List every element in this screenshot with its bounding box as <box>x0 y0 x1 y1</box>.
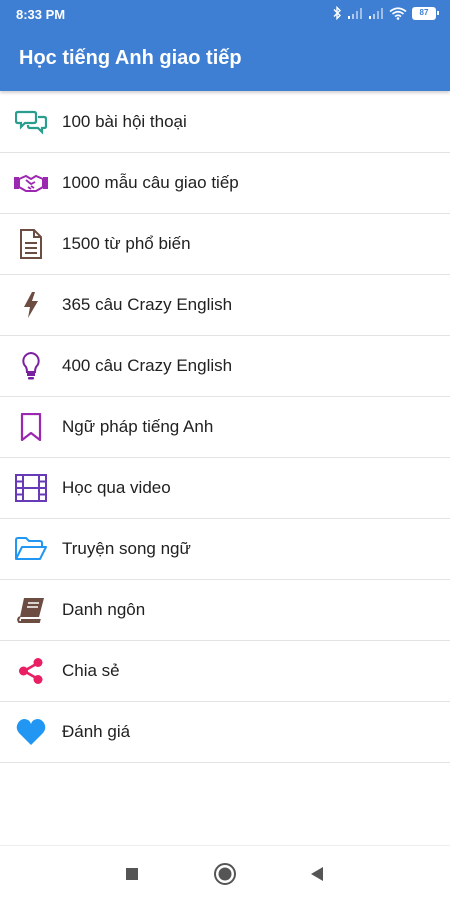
menu-item-share[interactable]: Chia sẻ <box>0 641 450 702</box>
book-icon <box>14 593 48 627</box>
menu-item-label: Học qua video <box>62 478 171 497</box>
menu-item-label: 400 câu Crazy English <box>62 356 233 375</box>
menu-item-crazy-english-400[interactable]: 400 câu Crazy English <box>0 336 450 397</box>
bookmark-icon <box>14 410 48 444</box>
square-icon <box>126 868 138 880</box>
back-button[interactable] <box>303 860 331 888</box>
menu-item-quotes[interactable]: Danh ngôn <box>0 580 450 641</box>
menu-item-rate[interactable]: Đánh giá <box>0 702 450 763</box>
menu-list: 100 bài hội thoại 1000 mẫu câu giao tiếp… <box>0 92 450 763</box>
film-icon <box>14 471 48 505</box>
battery-indicator: 87 <box>412 6 439 20</box>
menu-item-label: 1000 mẫu câu giao tiếp <box>62 173 239 192</box>
menu-item-conversations[interactable]: 100 bài hội thoại <box>0 92 450 153</box>
lightbulb-icon <box>14 349 48 383</box>
status-bar: 8:33 PM 87 <box>0 0 450 30</box>
document-icon <box>14 227 48 261</box>
recent-apps-button[interactable] <box>118 860 146 888</box>
circle-icon <box>214 863 236 885</box>
menu-item-label: Truyện song ngữ <box>62 539 191 558</box>
lightning-icon <box>14 288 48 322</box>
menu-item-label: Chia sẻ <box>62 661 120 680</box>
menu-item-grammar[interactable]: Ngữ pháp tiếng Anh <box>0 397 450 458</box>
menu-item-words[interactable]: 1500 từ phổ biến <box>0 214 450 275</box>
menu-item-crazy-english-365[interactable]: 365 câu Crazy English <box>0 275 450 336</box>
home-button[interactable] <box>211 860 239 888</box>
wifi-icon <box>389 6 407 20</box>
signal-icon <box>348 7 362 19</box>
status-icons: 87 <box>332 6 439 20</box>
share-icon <box>14 654 48 688</box>
folder-icon <box>14 532 48 566</box>
heart-icon <box>14 715 48 749</box>
menu-item-label: Ngữ pháp tiếng Anh <box>62 417 214 436</box>
menu-item-label: Đánh giá <box>62 722 131 741</box>
menu-item-video[interactable]: Học qua video <box>0 458 450 519</box>
menu-item-label: 1500 từ phổ biến <box>62 234 191 253</box>
page-title: Học tiếng Anh giao tiếp <box>19 47 242 69</box>
bluetooth-icon <box>333 6 341 20</box>
menu-item-label: 365 câu Crazy English <box>62 295 233 314</box>
handshake-icon <box>14 166 48 200</box>
app-bar: Học tiếng Anh giao tiếp <box>0 30 450 91</box>
signal-icon <box>369 7 383 19</box>
menu-item-label: 100 bài hội thoại <box>62 112 187 131</box>
menu-item-phrases[interactable]: 1000 mẫu câu giao tiếp <box>0 153 450 214</box>
menu-item-label: Danh ngôn <box>62 600 146 619</box>
menu-item-bilingual-stories[interactable]: Truyện song ngữ <box>0 519 450 580</box>
chat-bubbles-icon <box>14 105 48 139</box>
status-time: 8:33 PM <box>16 7 66 22</box>
system-navigation-bar <box>0 845 450 901</box>
back-triangle-icon <box>311 867 323 881</box>
